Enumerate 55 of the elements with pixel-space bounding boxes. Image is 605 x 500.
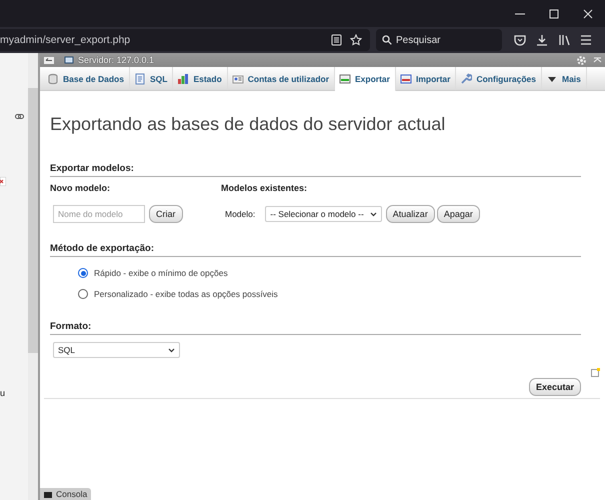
field-label: Modelo: bbox=[225, 209, 256, 219]
radio-button[interactable] bbox=[78, 268, 88, 278]
minimize-icon[interactable] bbox=[515, 12, 525, 14]
update-button[interactable]: Atualizar bbox=[386, 205, 435, 223]
tab[interactable]: Configurações bbox=[456, 67, 542, 90]
star-icon[interactable] bbox=[350, 34, 362, 46]
settings-icon[interactable] bbox=[577, 56, 586, 64]
library-icon[interactable] bbox=[558, 34, 570, 46]
template-select[interactable]: -- Selecionar o modelo -- bbox=[265, 206, 382, 222]
execute-button[interactable]: Executar bbox=[528, 378, 581, 396]
tab[interactable]: Base de Dados bbox=[43, 67, 130, 90]
template-name-field[interactable]: Nome do modelo bbox=[53, 205, 145, 223]
create-button[interactable]: Criar bbox=[149, 205, 182, 223]
tab-icon bbox=[400, 72, 412, 84]
note-icon[interactable] bbox=[591, 368, 600, 377]
server-icon bbox=[64, 55, 74, 65]
address-bar[interactable]: myadmin/server_export.php bbox=[0, 29, 370, 51]
section-title: Exportar modelos: bbox=[50, 163, 581, 177]
folder-icon bbox=[44, 490, 52, 498]
delete-button[interactable]: Apagar bbox=[436, 205, 480, 223]
section-title: Método de exportação: bbox=[50, 243, 581, 257]
download-icon[interactable] bbox=[536, 34, 548, 46]
close-icon[interactable] bbox=[583, 8, 593, 18]
page-heading: Exportando as bases de dados do servidor actual bbox=[50, 114, 446, 135]
tab-icon bbox=[134, 72, 146, 84]
chevron-icon bbox=[168, 348, 175, 352]
tab[interactable]: Importar bbox=[396, 67, 456, 90]
tab[interactable]: Estado bbox=[173, 67, 228, 90]
section-title: Formato: bbox=[50, 321, 581, 335]
tab[interactable]: Exportar bbox=[335, 67, 396, 91]
console-tab[interactable]: Consola bbox=[40, 488, 92, 500]
tab[interactable]: Mais bbox=[542, 67, 587, 90]
chevron-icon bbox=[370, 212, 377, 216]
menu-icon[interactable] bbox=[580, 34, 592, 46]
reader-view-icon[interactable] bbox=[331, 34, 342, 46]
radio-label[interactable]: Personalizado - exibe todas as opções possíveis bbox=[94, 289, 278, 299]
tab-icon bbox=[232, 72, 244, 84]
tab-icon bbox=[339, 73, 352, 85]
pocket-icon[interactable] bbox=[514, 34, 526, 46]
field-label: Modelos existentes: bbox=[221, 183, 308, 193]
link-icon[interactable] bbox=[15, 114, 24, 119]
scrollbar-thumb[interactable] bbox=[28, 88, 38, 353]
maximize-icon[interactable] bbox=[549, 8, 559, 18]
collapse-icon[interactable] bbox=[44, 56, 54, 64]
tab-icon bbox=[177, 72, 190, 84]
search-field[interactable]: Pesquisar bbox=[376, 29, 502, 51]
radio-label[interactable]: Rápido - exibe o mínimo de opções bbox=[94, 268, 228, 278]
tab-icon bbox=[460, 72, 472, 84]
field-label: Novo modelo: bbox=[50, 183, 111, 193]
tab-icon bbox=[47, 72, 59, 84]
caret-icon[interactable] bbox=[593, 56, 602, 64]
radio-button[interactable] bbox=[78, 289, 88, 299]
format-select[interactable]: SQL bbox=[53, 342, 180, 358]
tab[interactable]: SQL bbox=[130, 67, 174, 90]
sidebar-text: u bbox=[0, 388, 6, 398]
